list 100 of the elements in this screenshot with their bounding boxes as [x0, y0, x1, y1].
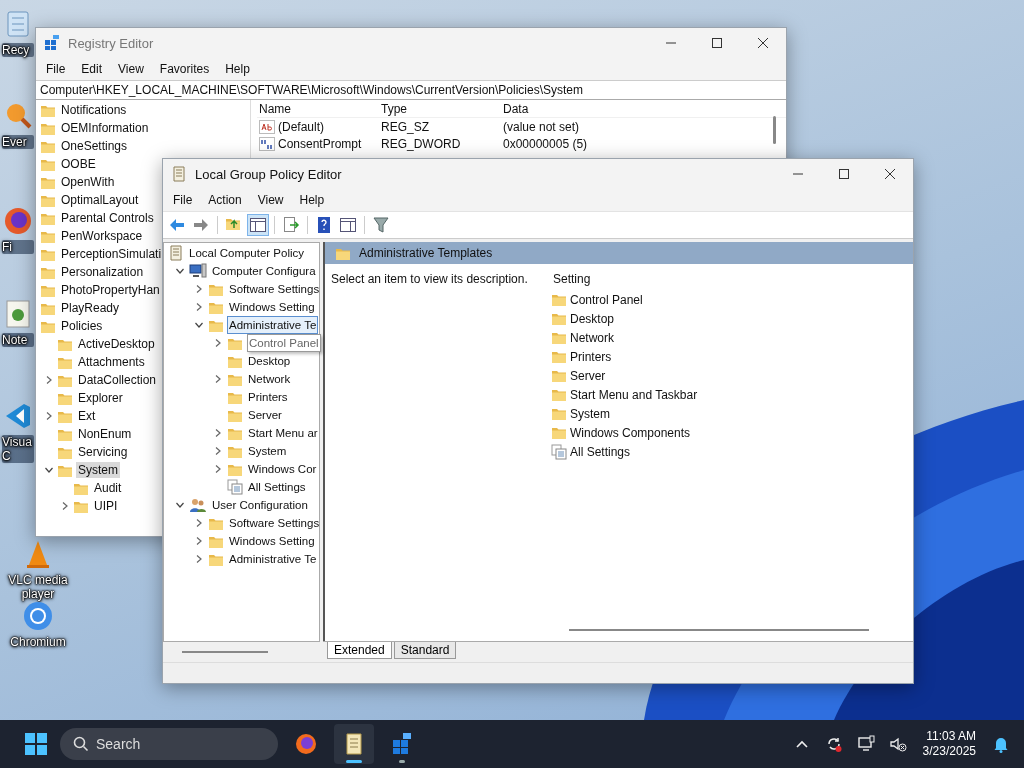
chevron-right-icon[interactable]: [194, 518, 204, 528]
taskbar-app-button[interactable]: [334, 724, 374, 764]
maximize-icon: [711, 37, 723, 49]
tree-item[interactable]: Printers: [247, 389, 289, 405]
column-header[interactable]: Name: [257, 101, 379, 116]
menu-item[interactable]: Edit: [75, 62, 109, 76]
tab[interactable]: Standard: [393, 642, 457, 659]
fox-globe-icon: [294, 732, 318, 756]
menu-item[interactable]: Help: [293, 193, 331, 207]
menu-item[interactable]: Help: [219, 62, 256, 76]
tree-item[interactable]: Server: [247, 407, 283, 423]
tree-item[interactable]: UIPI: [92, 498, 120, 514]
tree-item[interactable]: Software Settings: [228, 515, 321, 531]
tree-item[interactable]: Notifications: [59, 102, 129, 118]
folder-icon: [551, 425, 567, 440]
tree-item[interactable]: PenWorkspace: [59, 228, 145, 244]
chevron-down-icon[interactable]: [194, 320, 204, 330]
tree-item[interactable]: Personalization: [59, 264, 146, 280]
tree-item[interactable]: PhotoPropertyHan: [59, 282, 162, 298]
tree-item[interactable]: Network: [247, 371, 292, 387]
tree-item[interactable]: Desktop: [247, 353, 292, 369]
tree-pane-button[interactable]: [247, 214, 269, 236]
chevron-right-icon[interactable]: [194, 284, 204, 294]
list-item[interactable]: Desktop: [570, 311, 615, 326]
tree-item[interactable]: OptimalLayout: [59, 192, 141, 208]
tree-item[interactable]: User Configuration: [211, 497, 309, 513]
tree-item[interactable]: ActiveDesktop: [76, 336, 157, 352]
tree-item[interactable]: OpenWith: [59, 174, 117, 190]
scrollbar[interactable]: [773, 116, 776, 144]
tree-item[interactable]: Computer Configura: [211, 263, 317, 279]
clock-button[interactable]: 11:03 AM 3/23/2025: [916, 729, 982, 759]
tree-item[interactable]: OEMInformation: [59, 120, 151, 136]
menu-item[interactable]: File: [40, 62, 72, 76]
tree-item[interactable]: Attachments: [76, 354, 147, 370]
fox-globe-icon[interactable]: [2, 205, 34, 237]
list-item[interactable]: System: [570, 406, 610, 421]
chevron-right-icon[interactable]: [60, 501, 70, 511]
chevron-right-icon[interactable]: [213, 338, 223, 348]
chevron-right-icon[interactable]: [194, 302, 204, 312]
clock-time: 11:03 AM: [926, 729, 976, 744]
tree-item[interactable]: Audit: [92, 480, 124, 496]
filter-button[interactable]: [370, 214, 392, 236]
tree-item[interactable]: System: [247, 443, 288, 459]
tree-item[interactable]: Parental Controls: [59, 210, 156, 226]
list-item[interactable]: Network: [570, 330, 614, 345]
list-item[interactable]: Windows Components: [570, 425, 691, 440]
settings-list-icon: [551, 443, 567, 460]
tree-item[interactable]: Windows Cor: [247, 461, 318, 477]
tree-item[interactable]: PlayReady: [59, 300, 122, 316]
tree-item[interactable]: Ext: [76, 408, 98, 424]
tree-item[interactable]: OOBE: [59, 156, 98, 172]
menu-item[interactable]: File: [167, 193, 199, 207]
menu-item[interactable]: View: [112, 62, 150, 76]
menu-item[interactable]: View: [251, 193, 290, 207]
list-item[interactable]: Start Menu and Taskbar: [570, 387, 698, 402]
monitor-icon: [856, 735, 875, 753]
tree-item[interactable]: Start Menu ar: [247, 425, 319, 441]
tree-item[interactable]: Servicing: [76, 444, 130, 460]
tree-item[interactable]: DataCollection: [76, 372, 159, 388]
chevron-right-icon[interactable]: [194, 536, 204, 546]
tree-item[interactable]: System: [76, 462, 120, 478]
tree-item[interactable]: Policies: [59, 318, 105, 334]
tree-item[interactable]: PerceptionSimulati: [59, 246, 164, 262]
address-bar[interactable]: Computer\HKEY_LOCAL_MACHINE\SOFTWARE\Microsoft\Windows\CurrentVersion\Policies\System: [36, 80, 786, 100]
chevron-right-icon[interactable]: [213, 446, 223, 456]
list-item[interactable]: Server: [570, 368, 606, 383]
chevron-right-icon[interactable]: [44, 411, 54, 421]
list-item[interactable]: All Settings: [570, 444, 631, 459]
tree-item[interactable]: All Settings: [247, 479, 307, 495]
tree-item[interactable]: Explorer: [76, 390, 125, 406]
tree-item[interactable]: Windows Setting: [228, 533, 316, 549]
chevron-down-icon[interactable]: [175, 500, 185, 510]
maximize-icon: [838, 168, 850, 180]
list-item[interactable]: Control Panel: [570, 292, 643, 307]
tree-item[interactable]: Administrative Te: [228, 551, 318, 567]
chevron-down-icon[interactable]: [175, 266, 185, 276]
tree-item[interactable]: Software Settings: [228, 281, 321, 297]
tree-item[interactable]: Local Computer Policy: [188, 245, 306, 261]
tree-item[interactable]: OneSettings: [59, 138, 130, 154]
chevron-down-icon[interactable]: [44, 465, 54, 475]
tree-item[interactable]: Windows Setting: [228, 299, 316, 315]
chevron-right-icon[interactable]: [213, 374, 223, 384]
search-field[interactable]: Search: [60, 728, 278, 760]
column-header[interactable]: Setting: [551, 268, 913, 290]
scrollbar[interactable]: [569, 629, 869, 631]
menu-item[interactable]: Favorites: [153, 62, 216, 76]
hover-tooltip[interactable]: Control Panel: [247, 334, 321, 352]
tree-item[interactable]: NonEnum: [76, 426, 134, 442]
browser-circle-icon[interactable]: [22, 600, 54, 632]
chevron-right-icon[interactable]: [213, 428, 223, 438]
list-item[interactable]: Printers: [570, 349, 612, 364]
scrollbar[interactable]: [182, 651, 268, 653]
tab[interactable]: Extended: [327, 642, 392, 659]
chevron-right-icon[interactable]: [213, 464, 223, 474]
chevron-right-icon[interactable]: [194, 554, 204, 564]
column-header[interactable]: Type: [379, 101, 501, 116]
menu-item[interactable]: Action: [202, 193, 248, 207]
chevron-right-icon[interactable]: [44, 375, 54, 385]
tree-item[interactable]: Administrative Te: [228, 317, 318, 333]
column-header[interactable]: Data: [501, 101, 703, 116]
